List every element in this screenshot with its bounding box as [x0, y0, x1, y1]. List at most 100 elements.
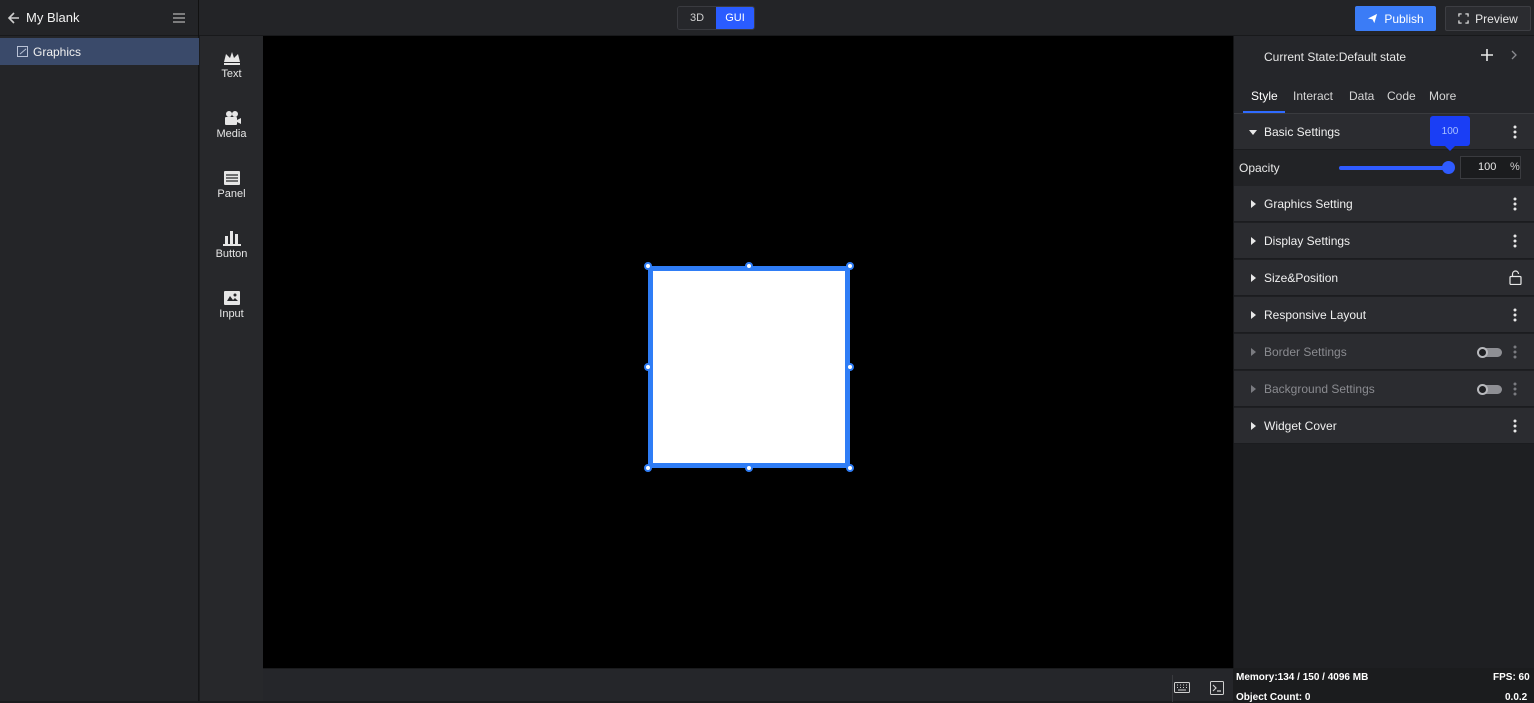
publish-label: Publish: [1384, 11, 1424, 26]
panel-icon: [223, 171, 240, 185]
canvas[interactable]: [263, 36, 1233, 668]
more-options-icon[interactable]: [1512, 124, 1518, 140]
resize-handle-bottom-right[interactable]: [846, 464, 854, 472]
more-options-icon[interactable]: [1512, 307, 1518, 323]
opacity-row: Opacity 100 %: [1234, 150, 1534, 186]
section-title: Display Settings: [1264, 234, 1351, 248]
state-bar: Current State:Default state: [1234, 36, 1534, 78]
widget-label: Panel: [217, 188, 246, 200]
resize-handle-right[interactable]: [846, 363, 854, 371]
section-title: Background Settings: [1264, 382, 1375, 396]
resize-handle-left[interactable]: [644, 363, 652, 371]
canvas-status-strip: [263, 668, 1233, 702]
more-options-icon[interactable]: [1512, 418, 1518, 434]
section-title: Widget Cover: [1264, 419, 1337, 433]
section-background-settings[interactable]: Background Settings: [1234, 371, 1534, 407]
widget-label: Button: [215, 248, 248, 260]
widget-input[interactable]: Input: [200, 276, 263, 336]
widget-button[interactable]: Button: [200, 216, 263, 276]
more-options-icon[interactable]: [1512, 381, 1518, 397]
divider: [1172, 675, 1173, 702]
graphics-layer-icon: [17, 46, 28, 57]
tab-interact[interactable]: Interact: [1293, 89, 1333, 103]
caret-right-icon: [1251, 274, 1256, 282]
current-state-label: Current State:Default state: [1264, 50, 1407, 64]
section-title: Graphics Setting: [1264, 197, 1353, 211]
opacity-slider-fill: [1339, 166, 1448, 170]
caret-right-icon: [1251, 348, 1256, 356]
more-options-icon[interactable]: [1512, 196, 1518, 212]
mode-3d-button[interactable]: 3D: [678, 7, 716, 29]
opacity-slider-knob[interactable]: [1442, 161, 1455, 174]
tab-style[interactable]: Style: [1251, 89, 1278, 103]
object-count-readout: Object Count: 0: [1236, 692, 1311, 703]
caret-right-icon: [1251, 311, 1256, 319]
caret-right-icon: [1251, 200, 1256, 208]
section-title: Basic Settings: [1264, 125, 1341, 139]
section-display-settings[interactable]: Display Settings: [1234, 223, 1534, 259]
mode-toggle: 3D GUI: [677, 6, 755, 30]
back-arrow-icon[interactable]: [4, 10, 20, 26]
fps-readout: FPS: 60: [1493, 672, 1530, 683]
memory-readout: Memory:134 / 150 / 4096 MB: [1236, 672, 1369, 683]
widget-panel[interactable]: Panel: [200, 156, 263, 216]
caret-down-icon: [1249, 130, 1257, 135]
more-options-icon[interactable]: [1512, 233, 1518, 249]
slider-tooltip: 100: [1430, 116, 1470, 151]
widget-text[interactable]: Text: [200, 36, 263, 96]
preview-button[interactable]: Preview: [1445, 6, 1531, 31]
terminal-icon[interactable]: [1210, 681, 1224, 695]
fullscreen-icon: [1458, 13, 1469, 24]
caret-right-icon: [1251, 237, 1256, 245]
border-settings-toggle[interactable]: [1477, 347, 1502, 358]
widget-label: Input: [219, 308, 244, 320]
background-settings-toggle[interactable]: [1477, 384, 1502, 395]
section-basic-settings[interactable]: Basic Settings: [1234, 114, 1534, 150]
section-size-position[interactable]: Size&Position: [1234, 260, 1534, 296]
divider: [198, 0, 199, 36]
section-title: Responsive Layout: [1264, 308, 1367, 322]
resize-handle-top-left[interactable]: [644, 262, 652, 270]
more-options-icon[interactable]: [1512, 344, 1518, 360]
layer-item-graphics[interactable]: Graphics: [0, 38, 199, 65]
input-icon: [223, 291, 240, 305]
resize-handle-top-right[interactable]: [846, 262, 854, 270]
section-responsive-layout[interactable]: Responsive Layout: [1234, 297, 1534, 333]
section-title: Size&Position: [1264, 271, 1339, 285]
section-graphics-setting[interactable]: Graphics Setting: [1234, 186, 1534, 222]
inspector-panel: Current State:Default state Style Intera…: [1233, 36, 1534, 668]
widget-toolbar: Text Media Panel Button Input: [200, 36, 263, 701]
caret-right-icon: [1251, 422, 1256, 430]
layer-panel: Graphics: [0, 36, 199, 701]
version-readout: 0.0.2: [1505, 692, 1528, 703]
tab-data[interactable]: Data: [1349, 89, 1374, 103]
keyboard-icon[interactable]: [1174, 682, 1190, 693]
send-icon: [1368, 13, 1378, 24]
button-bars-icon: [222, 231, 241, 246]
mode-gui-button[interactable]: GUI: [716, 7, 754, 29]
opacity-label: Opacity: [1239, 161, 1280, 175]
selected-graphic[interactable]: [648, 266, 850, 468]
top-bar: My Blank 3D GUI Publish Preview: [0, 0, 1534, 36]
add-icon[interactable]: [1480, 48, 1494, 62]
menu-icon[interactable]: [171, 10, 187, 26]
section-border-settings[interactable]: Border Settings: [1234, 334, 1534, 370]
widget-label: Text: [221, 68, 242, 80]
tab-code[interactable]: Code: [1387, 89, 1416, 103]
performance-stats: Memory:134 / 150 / 4096 MB FPS: 60 Objec…: [1233, 668, 1534, 703]
resize-handle-top[interactable]: [745, 262, 753, 270]
chevron-right-icon[interactable]: [1510, 50, 1518, 60]
layer-item-label: Graphics: [33, 44, 82, 59]
resize-handle-bottom-left[interactable]: [644, 464, 652, 472]
text-crown-icon: [223, 52, 240, 65]
publish-button[interactable]: Publish: [1355, 6, 1436, 31]
active-tab-indicator: [1243, 111, 1285, 113]
unlock-icon[interactable]: [1509, 270, 1522, 285]
opacity-slider[interactable]: [1339, 166, 1448, 170]
tab-more[interactable]: More: [1429, 89, 1456, 103]
resize-handle-bottom[interactable]: [745, 464, 753, 472]
widget-media[interactable]: Media: [200, 96, 263, 156]
section-title: Border Settings: [1264, 345, 1347, 359]
opacity-unit: %: [1510, 161, 1520, 173]
section-widget-cover[interactable]: Widget Cover: [1234, 408, 1534, 444]
